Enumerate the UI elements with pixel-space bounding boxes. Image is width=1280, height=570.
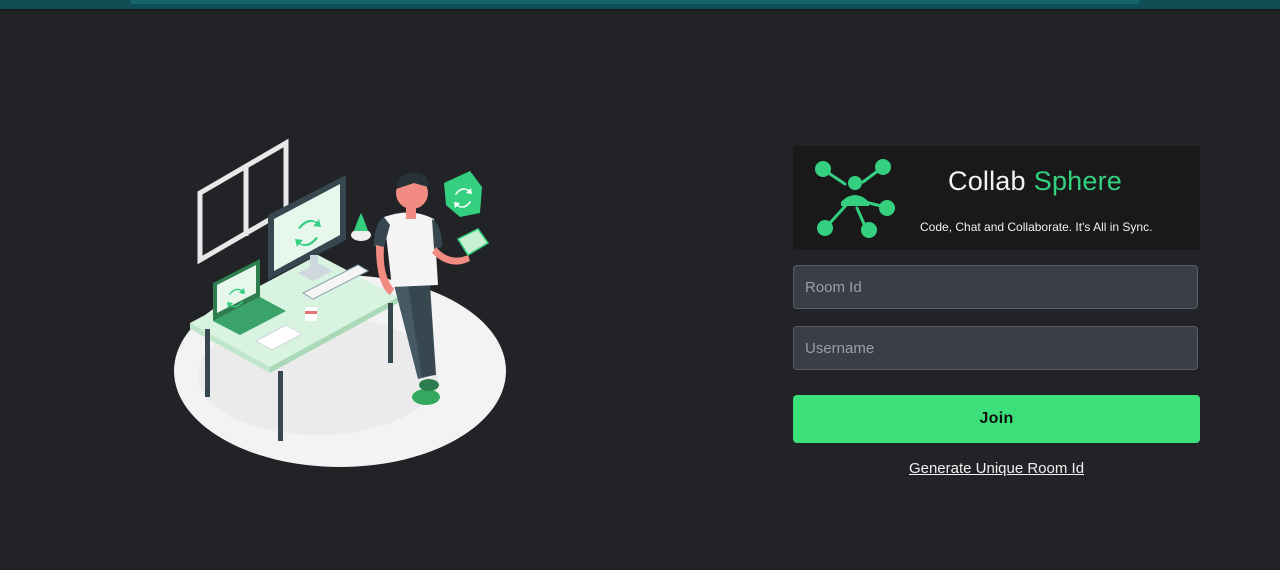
- network-people-icon: [815, 159, 895, 238]
- plant-leaves: [354, 213, 368, 231]
- username-input[interactable]: [793, 326, 1198, 370]
- brand-card: Collab Sphere Code, Chat and Collaborate.…: [793, 146, 1200, 250]
- floating-sync-badge: [444, 171, 482, 217]
- brand-title: Collab Sphere: [948, 166, 1122, 197]
- brand-name-collab: Collab: [948, 166, 1026, 196]
- coffee-cup-band: [305, 311, 317, 314]
- top-strip-highlight: [130, 0, 1140, 4]
- top-strip-shadow: [0, 9, 1280, 11]
- desk-leg: [205, 329, 210, 397]
- desk-leg: [278, 371, 283, 441]
- generate-room-id-link[interactable]: Generate Unique Room Id: [793, 460, 1200, 477]
- room-id-input[interactable]: [793, 265, 1198, 309]
- phone-card: [456, 228, 490, 257]
- join-button[interactable]: Join: [793, 395, 1200, 443]
- desk-leg: [388, 303, 393, 363]
- brand-tagline: Code, Chat and Collaborate. It's All in …: [920, 220, 1153, 234]
- join-panel: Collab Sphere Code, Chat and Collaborate.…: [793, 146, 1200, 477]
- brand-name-sphere: Sphere: [1033, 166, 1123, 196]
- top-window-strip: [0, 0, 1280, 9]
- sync-illustration: [174, 138, 506, 467]
